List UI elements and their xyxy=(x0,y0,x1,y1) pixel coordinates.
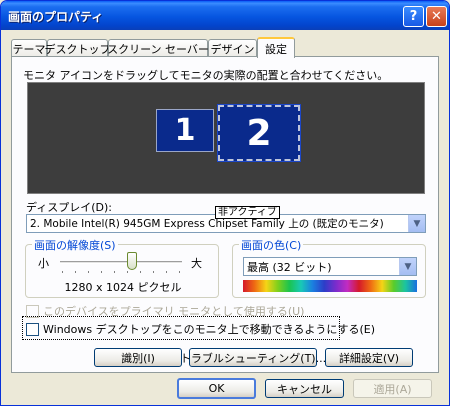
resolution-slider-track[interactable] xyxy=(60,261,182,264)
identify-button[interactable]: 識別(I) xyxy=(94,348,182,367)
window-title: 画面のプロパティ xyxy=(8,10,104,24)
settings-panel: モニタ アイコンをドラッグしてモニタの実際の配置と合わせてください。 1 2 非… xyxy=(11,56,439,373)
color-quality-value: 最高 (32 ビット) xyxy=(247,260,332,274)
tab-screensaver[interactable]: スクリーン セーバー xyxy=(107,39,209,57)
resolution-group: 画面の解像度(S) 小 大 1280 x 1024 ピクセル xyxy=(25,237,219,298)
monitor-2-number: 2 xyxy=(246,112,272,154)
close-icon: ✕ xyxy=(431,9,442,24)
advanced-button[interactable]: 詳細設定(V) xyxy=(325,348,413,367)
instruction-text: モニタ アイコンをドラッグしてモニタの実際の配置と合わせてください。 xyxy=(23,69,389,82)
close-button[interactable]: ✕ xyxy=(426,6,447,27)
cancel-button[interactable]: キャンセル xyxy=(265,379,344,398)
tab-desktop[interactable]: デスクトップ xyxy=(45,39,111,57)
extend-desktop-checkbox-row: Windows デスクトップをこのモニタ上で移動できるようにする(E) xyxy=(26,321,375,337)
color-group: 画面の色(C) 最高 (32 ビット) ▼ xyxy=(232,237,426,298)
resolution-legend: 画面の解像度(S) xyxy=(32,237,118,253)
slider-min-label: 小 xyxy=(38,257,49,270)
resolution-value: 1280 x 1024 ピクセル xyxy=(64,281,182,294)
title-bar[interactable]: 画面のプロパティ ? ✕ xyxy=(1,1,449,30)
slider-max-label: 大 xyxy=(191,257,202,270)
display-dropdown-value: 2. Mobile Intel(R) 945GM Express Chipset… xyxy=(30,218,384,230)
help-icon: ? xyxy=(409,9,418,24)
help-button[interactable]: ? xyxy=(403,6,424,27)
tab-appearance[interactable]: デザイン xyxy=(208,39,257,57)
color-spectrum-bar xyxy=(243,280,417,292)
chevron-down-icon[interactable]: ▼ xyxy=(408,215,425,232)
ok-button[interactable]: OK xyxy=(177,378,256,399)
display-label: ディスプレイ(D): xyxy=(26,201,112,214)
inactive-tooltip: 非アクティブ xyxy=(215,206,280,219)
extend-desktop-checkbox[interactable] xyxy=(26,322,39,336)
color-legend: 画面の色(C) xyxy=(239,237,304,253)
tab-theme[interactable]: テーマ xyxy=(11,39,47,57)
monitor-1-icon[interactable]: 1 xyxy=(156,109,214,152)
monitor-arrangement-area: 1 2 xyxy=(27,82,425,194)
chevron-down-icon[interactable]: ▼ xyxy=(399,258,416,275)
resolution-slider-thumb[interactable] xyxy=(127,252,137,270)
display-properties-window: 画面のプロパティ ? ✕ テーマ デスクトップ スクリーン セーバー デザイン … xyxy=(0,0,450,406)
troubleshoot-button[interactable]: トラブルシューティング(T)... xyxy=(180,348,326,367)
tab-settings[interactable]: 設定 xyxy=(257,37,295,58)
color-quality-dropdown[interactable]: 最高 (32 ビット) ▼ xyxy=(243,257,417,276)
monitor-1-number: 1 xyxy=(174,113,196,148)
monitor-2-icon[interactable]: 2 xyxy=(217,104,301,162)
extend-desktop-label: Windows デスクトップをこのモニタ上で移動できるようにする(E) xyxy=(43,323,376,336)
apply-button[interactable]: 適用(A) xyxy=(353,379,432,398)
slider-ticks xyxy=(62,271,180,273)
